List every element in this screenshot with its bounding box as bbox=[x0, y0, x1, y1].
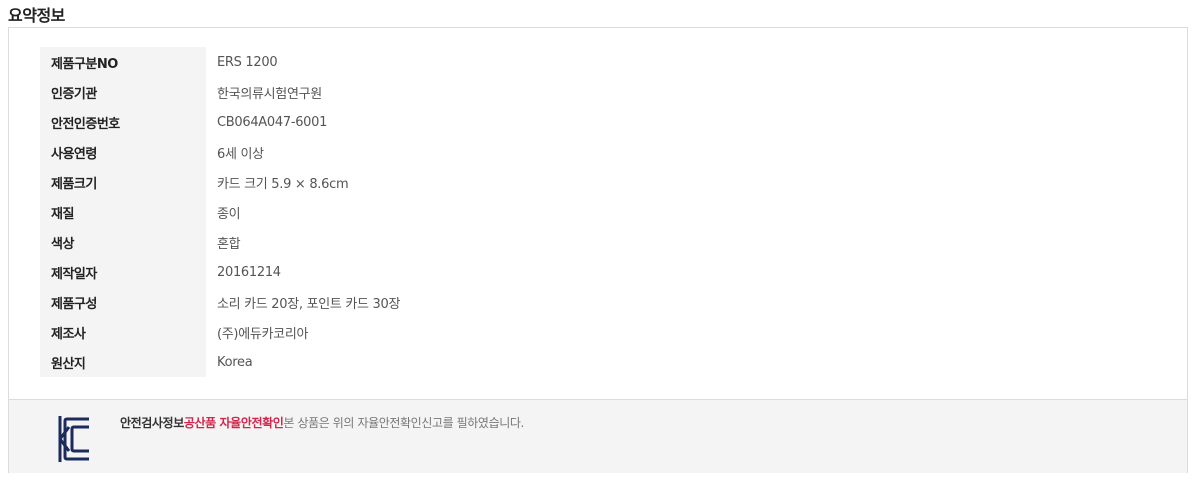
row-value: 20161214 bbox=[217, 264, 281, 280]
table-row: 제품크기 카드 크기 5.9 × 8.6cm bbox=[40, 167, 817, 197]
row-label: 제품구분NO bbox=[40, 47, 206, 77]
row-value: 혼합 bbox=[217, 236, 241, 252]
safety-description: 본 상품은 위의 자율안전확인신고를 필하였습니다. bbox=[283, 416, 524, 430]
row-value: 카드 크기 5.9 × 8.6cm bbox=[217, 176, 349, 192]
row-value: (주)에듀카코리아 bbox=[217, 326, 309, 342]
row-value: 한국의류시험연구원 bbox=[217, 86, 322, 102]
table-row: 제작일자 20161214 bbox=[40, 257, 817, 287]
row-value: ERS 1200 bbox=[217, 54, 278, 70]
safety-info-text: 안전검사정보공산품 자율안전확인본 상품은 위의 자율안전확인신고를 필하였습니… bbox=[120, 414, 524, 431]
table-row: 제품구분NO ERS 1200 bbox=[40, 47, 817, 77]
row-label: 재질 bbox=[40, 197, 206, 227]
table-row: 색상 혼합 bbox=[40, 227, 817, 257]
table-row: 제조사 (주)에듀카코리아 bbox=[40, 317, 817, 347]
row-value: 6세 이상 bbox=[217, 146, 264, 162]
kc-certification-icon bbox=[56, 413, 92, 465]
summary-info-box: 제품구분NO ERS 1200 인증기관 한국의류시험연구원 안전인증번호 CB… bbox=[8, 27, 1188, 473]
row-value: 소리 카드 20장, 포인트 카드 30장 bbox=[217, 296, 401, 312]
row-label: 제작일자 bbox=[40, 257, 206, 287]
table-row: 원산지 Korea bbox=[40, 347, 817, 377]
table-row: 제품구성 소리 카드 20장, 포인트 카드 30장 bbox=[40, 287, 817, 317]
row-label: 제품크기 bbox=[40, 167, 206, 197]
row-label: 제조사 bbox=[40, 317, 206, 347]
table-row: 안전인증번호 CB064A047-6001 bbox=[40, 107, 817, 137]
safety-info-panel: 안전검사정보공산품 자율안전확인본 상품은 위의 자율안전확인신고를 필하였습니… bbox=[9, 399, 1187, 473]
row-label: 제품구성 bbox=[40, 287, 206, 317]
row-value: Korea bbox=[217, 354, 253, 370]
row-value: CB064A047-6001 bbox=[217, 114, 328, 130]
row-label: 사용연령 bbox=[40, 137, 206, 167]
safety-status: 공산품 자율안전확인 bbox=[183, 416, 284, 430]
row-label: 색상 bbox=[40, 227, 206, 257]
row-label: 안전인증번호 bbox=[40, 107, 206, 137]
spec-table: 제품구분NO ERS 1200 인증기관 한국의류시험연구원 안전인증번호 CB… bbox=[40, 47, 817, 377]
row-label: 원산지 bbox=[40, 347, 206, 377]
table-row: 인증기관 한국의류시험연구원 bbox=[40, 77, 817, 107]
row-value: 종이 bbox=[217, 206, 241, 222]
section-title: 요약정보 bbox=[8, 6, 65, 25]
table-row: 사용연령 6세 이상 bbox=[40, 137, 817, 167]
safety-label: 안전검사정보 bbox=[120, 416, 184, 430]
row-label: 인증기관 bbox=[40, 77, 206, 107]
table-row: 재질 종이 bbox=[40, 197, 817, 227]
